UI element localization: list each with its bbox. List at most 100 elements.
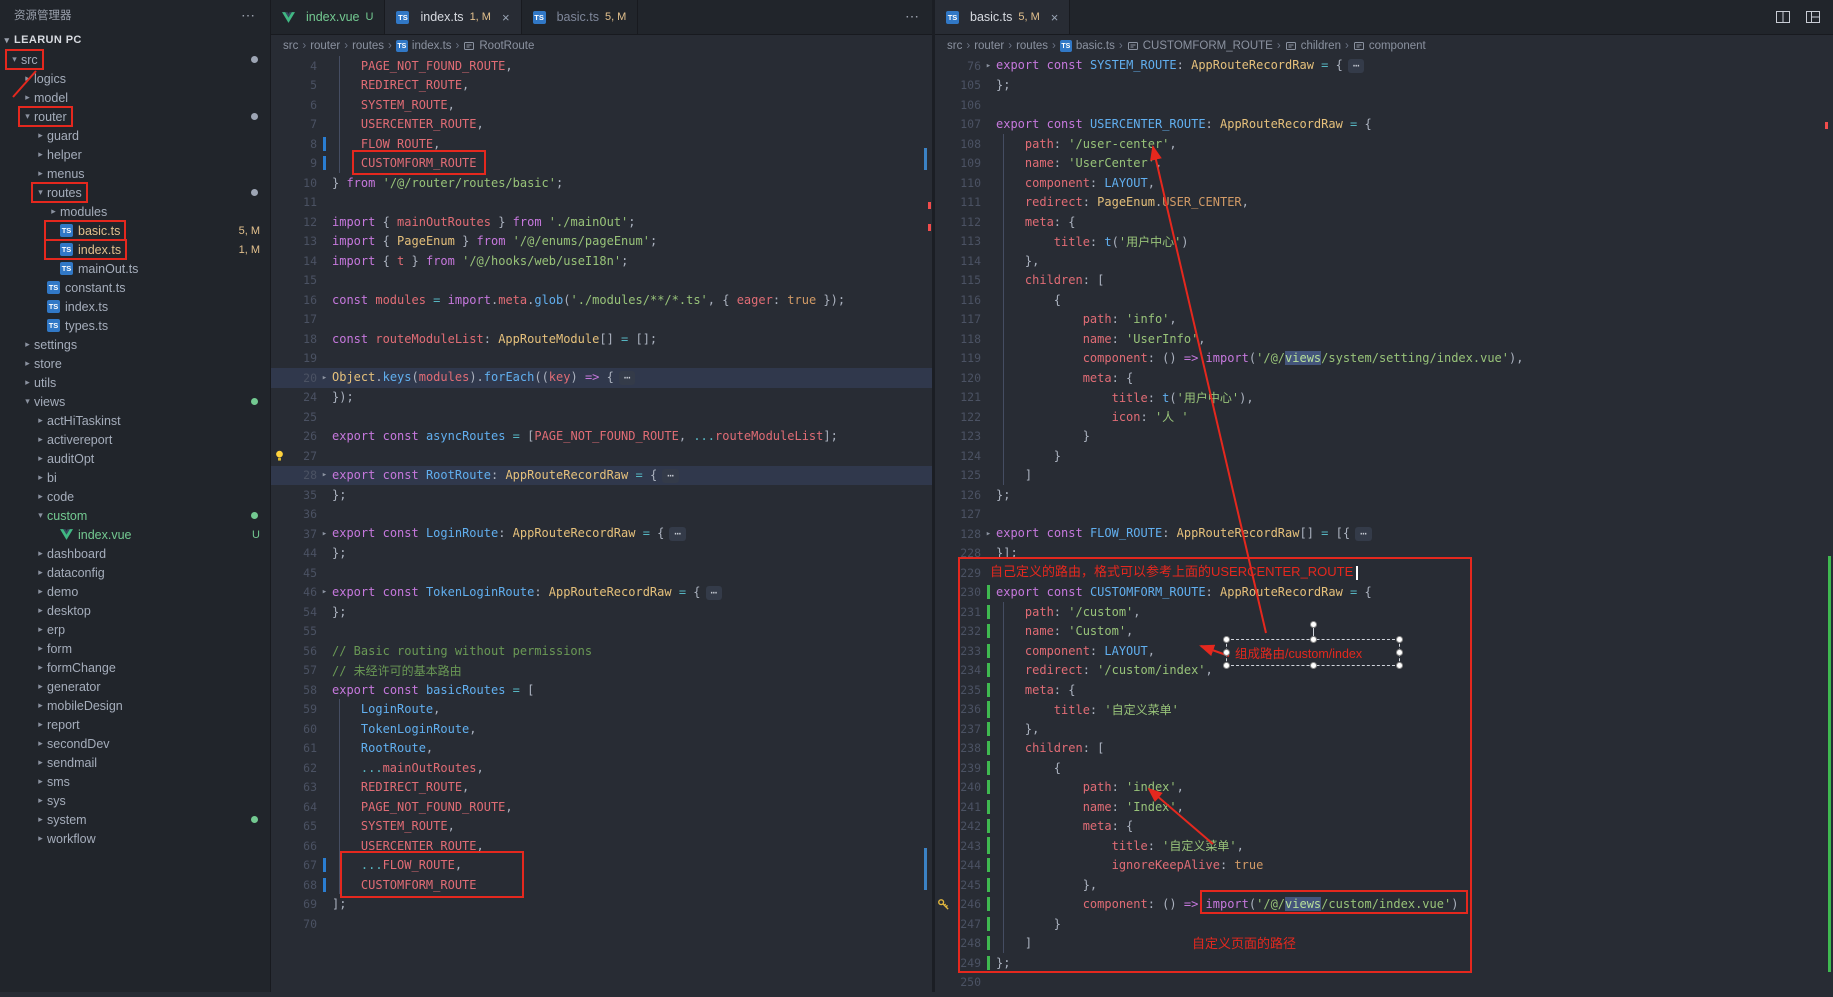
- tree-folder-src[interactable]: ▾src: [0, 50, 270, 69]
- tree-folder-form[interactable]: ▸form: [0, 639, 270, 658]
- tree-folder-generator[interactable]: ▸generator: [0, 677, 270, 696]
- tab-basic.ts[interactable]: TSbasic.ts5, M: [522, 0, 639, 34]
- item-label: dataconfig: [47, 566, 105, 580]
- tree-folder-helper[interactable]: ▸helper: [0, 145, 270, 164]
- chevron-right-icon: ▸: [34, 168, 47, 179]
- code-editor[interactable]: 76▸export const SYSTEM_ROUTE: AppRouteRe…: [935, 56, 1833, 992]
- tree-folder-secondDev[interactable]: ▸secondDev: [0, 734, 270, 753]
- tab-index.vue[interactable]: index.vueU: [271, 0, 385, 34]
- workspace-header[interactable]: ▾ LEARUN PC: [0, 30, 270, 50]
- tree-folder-bi[interactable]: ▸bi: [0, 468, 270, 487]
- tree-folder-dashboard[interactable]: ▸dashboard: [0, 544, 270, 563]
- tree-folder-system[interactable]: ▸system: [0, 810, 270, 829]
- tree-folder-formChange[interactable]: ▸formChange: [0, 658, 270, 677]
- tree-file-basic.ts[interactable]: TSbasic.ts5, M: [0, 221, 270, 240]
- breadcrumb-item-CUSTOMFORM_ROUTE[interactable]: CUSTOMFORM_ROUTE: [1127, 40, 1273, 52]
- tree-folder-dataconfig[interactable]: ▸dataconfig: [0, 563, 270, 582]
- fold-chevron-icon[interactable]: ▸: [317, 529, 332, 539]
- explorer-more-actions-icon[interactable]: ⋯: [241, 7, 256, 24]
- split-editor-icon[interactable]: [1775, 9, 1791, 25]
- folded-code-marker[interactable]: ⋯: [669, 527, 686, 541]
- tree-folder-settings[interactable]: ▸settings: [0, 335, 270, 354]
- folded-code-marker[interactable]: ⋯: [1348, 59, 1365, 73]
- tree-folder-guard[interactable]: ▸guard: [0, 126, 270, 145]
- tree-folder-sms[interactable]: ▸sms: [0, 772, 270, 791]
- line-number: 241: [951, 800, 981, 814]
- breadcrumb-item-index.ts[interactable]: TSindex.ts: [396, 40, 452, 52]
- fold-chevron-icon[interactable]: ▸: [317, 373, 332, 383]
- code-line-120: 120 meta: {: [935, 368, 1833, 388]
- overview-ruler[interactable]: [1825, 56, 1833, 992]
- typescript-file-icon: TS: [47, 281, 60, 294]
- tree-folder-custom[interactable]: ▾custom: [0, 506, 270, 525]
- tree-file-constant.ts[interactable]: TSconstant.ts: [0, 278, 270, 297]
- tree-folder-workflow[interactable]: ▸workflow: [0, 829, 270, 848]
- breadcrumb-item-basic.ts[interactable]: TSbasic.ts: [1060, 40, 1115, 52]
- overview-ruler[interactable]: [924, 56, 932, 992]
- folded-code-marker[interactable]: ⋯: [662, 469, 679, 483]
- code-line-11: 11: [271, 193, 932, 213]
- editor-more-actions-icon[interactable]: ⋯: [905, 8, 920, 25]
- tab-index.ts[interactable]: TSindex.ts1, M×: [385, 0, 521, 34]
- tree-folder-sys[interactable]: ▸sys: [0, 791, 270, 810]
- code-editor[interactable]: 4 PAGE_NOT_FOUND_ROUTE,5 REDIRECT_ROUTE,…: [271, 56, 932, 992]
- tree-file-types.ts[interactable]: TStypes.ts: [0, 316, 270, 335]
- fold-chevron-icon[interactable]: ▸: [317, 587, 332, 597]
- git-gutter-bar: [323, 878, 326, 892]
- tree-folder-menus[interactable]: ▸menus: [0, 164, 270, 183]
- fold-chevron-icon[interactable]: ▸: [981, 61, 996, 71]
- tree-folder-store[interactable]: ▸store: [0, 354, 270, 373]
- tab-basic.ts[interactable]: TSbasic.ts5, M×: [935, 0, 1070, 34]
- tree-file-index.ts[interactable]: TSindex.ts1, M: [0, 240, 270, 259]
- tree-folder-views[interactable]: ▾views: [0, 392, 270, 411]
- tree-folder-mobileDesign[interactable]: ▸mobileDesign: [0, 696, 270, 715]
- tree-folder-code[interactable]: ▸code: [0, 487, 270, 506]
- tree-file-index.vue[interactable]: index.vueU: [0, 525, 270, 544]
- tree-folder-report[interactable]: ▸report: [0, 715, 270, 734]
- tree-folder-erp[interactable]: ▸erp: [0, 620, 270, 639]
- tree-folder-desktop[interactable]: ▸desktop: [0, 601, 270, 620]
- tree-folder-model[interactable]: ▸model: [0, 88, 270, 107]
- fold-chevron-icon[interactable]: ▸: [317, 470, 332, 480]
- breadcrumb-item-routes[interactable]: routes: [352, 40, 384, 52]
- tree-folder-routes[interactable]: ▾routes: [0, 183, 270, 202]
- tree-folder-sendmail[interactable]: ▸sendmail: [0, 753, 270, 772]
- tree-folder-activereport[interactable]: ▸activereport: [0, 430, 270, 449]
- code-line-243: 243 title: '自定义菜单',: [935, 836, 1833, 856]
- code-line-108: 108 path: '/user-center',: [935, 134, 1833, 154]
- git-gutter-bar: [987, 897, 990, 911]
- breadcrumb-item-routes[interactable]: routes: [1016, 40, 1048, 52]
- tree-folder-actHiTaskinst[interactable]: ▸actHiTaskinst: [0, 411, 270, 430]
- item-label: basic.ts: [78, 224, 120, 238]
- code-line-245: 245 },: [935, 875, 1833, 895]
- item-label: desktop: [47, 604, 91, 618]
- breadcrumb-item-RootRoute[interactable]: RootRoute: [463, 40, 534, 52]
- item-label: utils: [34, 376, 56, 390]
- tree-folder-demo[interactable]: ▸demo: [0, 582, 270, 601]
- tree-folder-modules[interactable]: ▸modules: [0, 202, 270, 221]
- close-icon[interactable]: ×: [502, 10, 510, 25]
- line-number: 108: [951, 137, 981, 151]
- chevron-right-icon: ▸: [34, 472, 47, 483]
- tree-folder-logics[interactable]: ▸logics: [0, 69, 270, 88]
- breadcrumb-item-router[interactable]: router: [310, 40, 340, 52]
- breadcrumb-item-component[interactable]: component: [1353, 40, 1426, 52]
- folded-code-marker[interactable]: ⋯: [619, 371, 636, 385]
- close-icon[interactable]: ×: [1051, 10, 1059, 25]
- breadcrumb-item-router[interactable]: router: [974, 40, 1004, 52]
- tree-file-mainOut.ts[interactable]: TSmainOut.ts: [0, 259, 270, 278]
- tree-folder-utils[interactable]: ▸utils: [0, 373, 270, 392]
- breadcrumb-item-children[interactable]: children: [1285, 40, 1341, 52]
- fold-chevron-icon[interactable]: ▸: [981, 529, 996, 539]
- code-line-248: 248 ]: [935, 934, 1833, 954]
- folded-code-marker[interactable]: ⋯: [1355, 527, 1372, 541]
- breadcrumb-item-src[interactable]: src: [947, 40, 962, 52]
- folded-code-marker[interactable]: ⋯: [706, 586, 723, 600]
- line-number: 107: [951, 117, 981, 131]
- tree-folder-auditOpt[interactable]: ▸auditOpt: [0, 449, 270, 468]
- tree-file-index.ts[interactable]: TSindex.ts: [0, 297, 270, 316]
- breadcrumb-item-src[interactable]: src: [283, 40, 298, 52]
- tree-folder-router[interactable]: ▾router: [0, 107, 270, 126]
- code-line-17: 17: [271, 310, 932, 330]
- editor-layout-icon[interactable]: [1805, 9, 1821, 25]
